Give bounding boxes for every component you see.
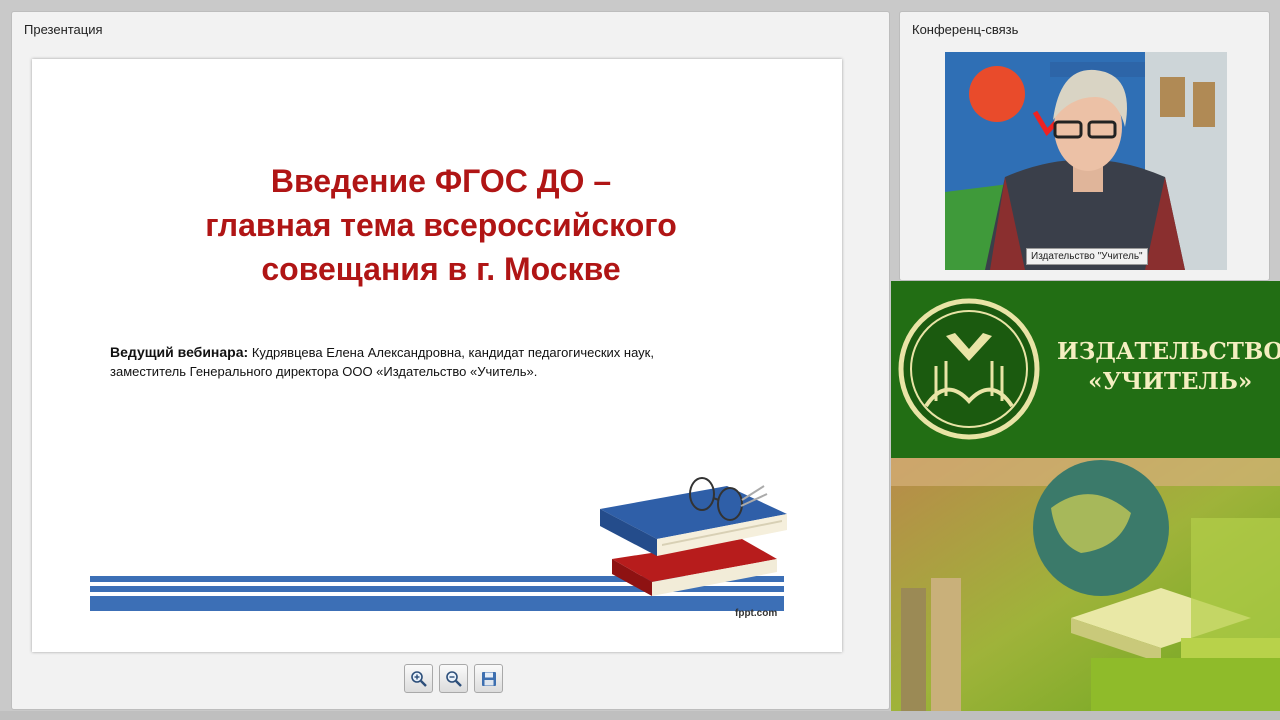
zoom-in-button[interactable]	[404, 664, 433, 693]
publisher-name: ИЗДАТЕЛЬСТВО «УЧИТЕЛЬ»	[1057, 337, 1280, 397]
zoom-in-icon	[410, 670, 427, 687]
zoom-out-icon	[445, 670, 462, 687]
slide-title-line-1: Введение ФГОС ДО –	[270, 163, 612, 199]
publisher-banner: ИЗДАТЕЛЬСТВО «УЧИТЕЛЬ»	[891, 281, 1280, 711]
video-frame	[945, 52, 1227, 270]
presentation-panel: Презентация Введение ФГОС ДО – главная т…	[11, 11, 890, 710]
presenter-label: Ведущий вебинара:	[110, 344, 249, 360]
presenter-text-line-1: Кудрявцева Елена Александровна, кандидат…	[251, 345, 654, 360]
publisher-name-line-1: ИЗДАТЕЛЬСТВО	[1057, 338, 1280, 365]
presentation-panel-title: Презентация	[24, 22, 103, 37]
presenter-text-line-2: заместитель Генерального директора ООО «…	[110, 364, 538, 379]
save-icon	[481, 671, 496, 686]
zoom-out-button[interactable]	[439, 664, 468, 693]
save-button[interactable]	[474, 664, 503, 693]
slide-title-line-2: главная тема всероссийского	[205, 207, 677, 243]
bottom-bar	[0, 711, 1280, 720]
slide-title: Введение ФГОС ДО – главная тема всеросси…	[32, 159, 842, 291]
publisher-logo-icon	[898, 298, 1040, 440]
video-participant-label: Издательство "Учитель"	[1026, 248, 1148, 265]
conference-panel: Конференц-связь Издательство "Учитель"	[899, 11, 1270, 281]
presentation-toolbar	[404, 664, 503, 693]
conference-panel-title: Конференц-связь	[912, 22, 1019, 37]
presentation-slide: Введение ФГОС ДО – главная тема всеросси…	[32, 59, 842, 652]
slide-footer-brand: fppt.com	[735, 608, 778, 619]
video-feed[interactable]: Издательство "Учитель"	[945, 52, 1227, 270]
banner-logo-area: ИЗДАТЕЛЬСТВО «УЧИТЕЛЬ»	[891, 281, 1280, 458]
books-globe-photo	[891, 458, 1280, 711]
slide-title-line-3: совещания в г. Москве	[261, 251, 621, 287]
publisher-name-line-2: «УЧИТЕЛЬ»	[1088, 368, 1253, 395]
books-glasses-icon	[600, 477, 787, 596]
presenter-info: Ведущий вебинара: Кудрявцева Елена Алекс…	[110, 343, 810, 381]
